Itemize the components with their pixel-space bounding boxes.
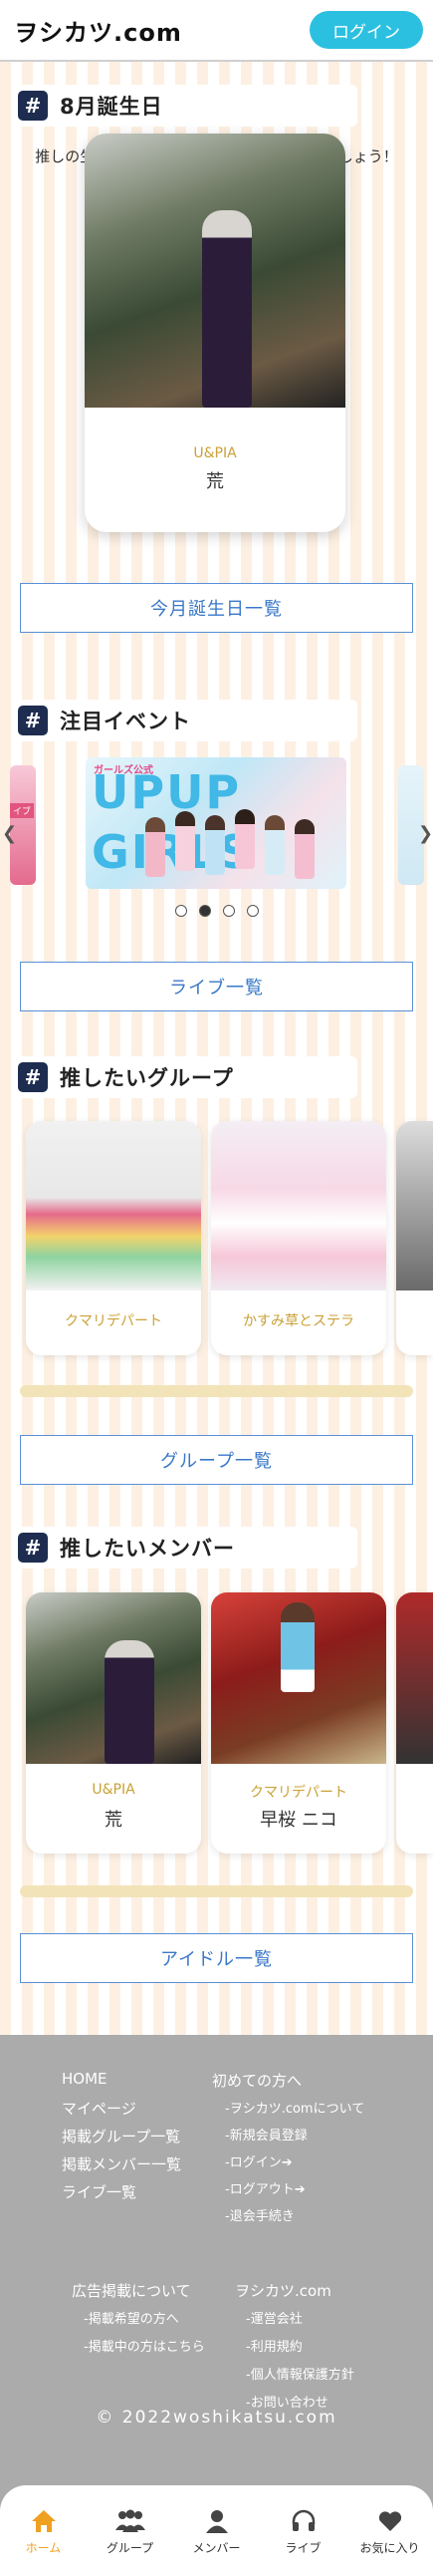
- nav-group[interactable]: グループ: [91, 2507, 170, 2576]
- hash-icon: #: [18, 1062, 48, 1092]
- heart-icon: [350, 2507, 430, 2535]
- bottom-nav: ホーム グループ メンバー ライブ お気に入り: [0, 2483, 433, 2576]
- birthday-section-title: # 8月誕生日: [14, 85, 357, 127]
- hash-icon: #: [18, 91, 48, 121]
- footer-link[interactable]: -退会手続き: [225, 2205, 295, 2224]
- chevron-right-icon[interactable]: ❯: [418, 823, 433, 844]
- events-section-title: # 注目イベント: [14, 700, 357, 741]
- member-scrollbar[interactable]: [20, 1885, 413, 1897]
- member-icon: [177, 2507, 257, 2535]
- performer: [145, 817, 165, 877]
- footer-link[interactable]: -掲載希望の方へ: [84, 2308, 179, 2327]
- group-scrollbar[interactable]: [20, 1385, 413, 1397]
- group-list-button[interactable]: グループ一覧: [20, 1435, 413, 1485]
- group-card[interactable]: クマリデパート: [26, 1121, 201, 1355]
- footer-link[interactable]: マイページ: [62, 2098, 136, 2119]
- group-card-name: クマリデパート: [65, 1313, 162, 1329]
- footer-link[interactable]: -ログアウト➔: [225, 2178, 306, 2197]
- member-photo: [211, 1592, 386, 1764]
- birthday-card-group: U&PIA: [193, 445, 237, 461]
- performer: [295, 819, 315, 879]
- nav-label: グループ: [106, 2541, 154, 2555]
- group-card-peek[interactable]: [396, 1121, 433, 1355]
- group-card-name: かすみ草とステラ: [243, 1313, 354, 1329]
- footer-heading[interactable]: 初めての方へ: [212, 2070, 302, 2091]
- footer-link[interactable]: -新規会員登録: [225, 2125, 308, 2144]
- carousel-dots: [0, 905, 433, 917]
- site-header: ヲシカツ.com ログイン: [0, 0, 433, 62]
- footer-link[interactable]: HOME: [62, 2070, 108, 2088]
- footer-link[interactable]: 掲載メンバー一覧: [62, 2153, 181, 2174]
- nav-member[interactable]: メンバー: [177, 2507, 257, 2576]
- birthday-card-name: 荒: [206, 471, 224, 492]
- events-title-text: 注目イベント: [60, 710, 191, 733]
- members-title-text: 推したいメンバー: [60, 1537, 235, 1561]
- group-photo: [211, 1121, 386, 1290]
- nav-home[interactable]: ホーム: [4, 2507, 84, 2576]
- login-button[interactable]: ログイン: [310, 11, 423, 49]
- birthday-card[interactable]: U&PIA 荒: [85, 134, 345, 532]
- chevron-left-icon[interactable]: ❮: [2, 823, 17, 844]
- home-icon: [4, 2507, 84, 2535]
- footer-link[interactable]: -掲載中の方はこちら: [84, 2336, 205, 2355]
- footer-link[interactable]: -運営会社: [246, 2308, 303, 2327]
- member-figure: [201, 210, 252, 408]
- nav-label: ホーム: [25, 2541, 62, 2555]
- member-card-name: 早桜 ニコ: [260, 1810, 337, 1831]
- copyright: © 2022woshikatsu.com: [96, 2408, 337, 2428]
- footer-link[interactable]: -利用規約: [246, 2336, 303, 2355]
- carousel-dot-active[interactable]: [198, 905, 211, 917]
- performer: [235, 809, 255, 869]
- performer: [265, 815, 285, 875]
- carousel-dot[interactable]: [174, 905, 187, 917]
- member-card-peek[interactable]: [396, 1592, 433, 1854]
- event-banner-line2: GIRLS: [92, 825, 254, 879]
- group-photo: [26, 1121, 201, 1290]
- footer-heading[interactable]: 広告掲載について: [72, 2280, 191, 2301]
- site-logo[interactable]: ヲシカツ.com: [14, 13, 182, 48]
- carousel-dot[interactable]: [222, 905, 235, 917]
- footer-link[interactable]: -ログイン➔: [225, 2151, 293, 2170]
- groups-title-text: 推したいグループ: [60, 1066, 234, 1090]
- nav-label: お気に入り: [359, 2541, 420, 2555]
- event-banner[interactable]: ガールズ公式 UPUP GIRLS: [86, 757, 346, 889]
- birthday-list-button[interactable]: 今月誕生日一覧: [20, 583, 413, 633]
- member-card-group: クマリデパート: [250, 1785, 347, 1801]
- footer-heading[interactable]: ヲシカツ.com: [235, 2280, 331, 2301]
- member-card-group: U&PIA: [92, 1782, 135, 1798]
- performer: [205, 815, 225, 875]
- carousel-dot[interactable]: [246, 905, 259, 917]
- hash-icon: #: [18, 1533, 48, 1563]
- group-photo: [396, 1121, 433, 1290]
- nav-favorite[interactable]: お気に入り: [350, 2507, 430, 2576]
- member-figure: [281, 1602, 315, 1692]
- nav-label: メンバー: [192, 2541, 241, 2555]
- groups-section-title: # 推したいグループ: [14, 1056, 357, 1098]
- footer-link[interactable]: 掲載グループ一覧: [62, 2126, 180, 2147]
- live-list-button[interactable]: ライブ一覧: [20, 962, 413, 1011]
- member-photo: [85, 134, 345, 408]
- event-prev-tag: イブ: [10, 803, 35, 818]
- members-section-title: # 推したいメンバー: [14, 1527, 357, 1569]
- nav-live[interactable]: ライブ: [264, 2507, 343, 2576]
- member-card[interactable]: U&PIA 荒: [26, 1592, 201, 1854]
- member-card[interactable]: クマリデパート 早桜 ニコ: [211, 1592, 386, 1854]
- idol-list-button[interactable]: アイドル一覧: [20, 1933, 413, 1983]
- member-figure: [105, 1640, 155, 1764]
- member-card-name: 荒: [105, 1810, 122, 1831]
- performer: [175, 811, 195, 871]
- event-banner-line1: UPUP: [92, 765, 242, 819]
- member-photo: [396, 1592, 433, 1764]
- member-photo: [26, 1592, 201, 1764]
- group-card[interactable]: かすみ草とステラ: [211, 1121, 386, 1355]
- footer-link[interactable]: -ヲシカツ.comについて: [225, 2098, 364, 2117]
- birthday-title-text: 8月誕生日: [60, 95, 163, 119]
- group-icon: [91, 2507, 170, 2535]
- headphones-icon: [264, 2507, 343, 2535]
- hash-icon: #: [18, 706, 48, 735]
- footer-link[interactable]: ライブ一覧: [62, 2181, 136, 2202]
- nav-label: ライブ: [285, 2541, 322, 2555]
- footer-link[interactable]: -個人情報保護方針: [246, 2364, 354, 2383]
